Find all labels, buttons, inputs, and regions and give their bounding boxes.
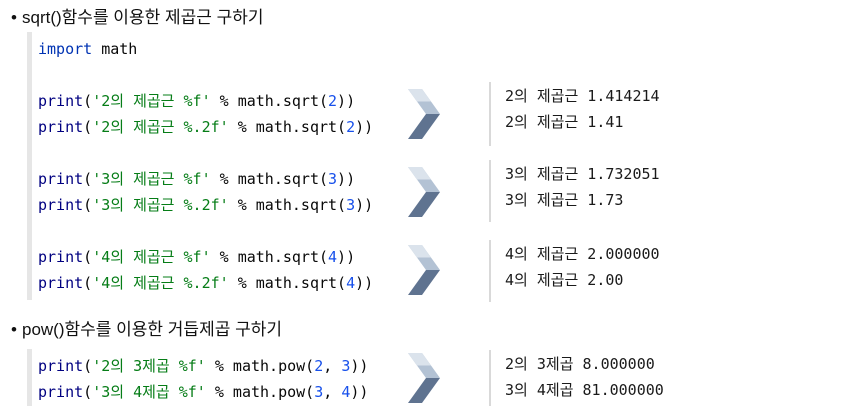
output-line: 4의 제곱근 2.000000: [505, 245, 660, 263]
code-token: 2: [314, 357, 324, 375]
code-token: )): [355, 118, 374, 136]
output-block: 3의 제곱근 1.732051 3의 제곱근 1.73: [489, 160, 739, 222]
code-token: (: [83, 248, 93, 266]
code-token: '3의 4제곱 %f': [92, 383, 206, 401]
code-token: '4의 제곱근 %.2f': [92, 274, 229, 292]
code-token: )): [337, 170, 356, 188]
output-line: 3의 4제곱 81.000000: [505, 381, 664, 399]
code-token: print: [38, 383, 84, 401]
output-line: 2의 제곱근 1.414214: [505, 87, 660, 105]
output-block: 2의 제곱근 1.414214 2의 제곱근 1.41: [489, 82, 739, 146]
section-heading: • pow()함수를 이용한 거듭제곱 구하기: [6, 318, 282, 342]
code-token: (: [83, 170, 93, 188]
bullet-icon: •: [11, 8, 17, 27]
code-token: % math.pow(: [205, 383, 315, 401]
code-token: math: [92, 40, 138, 58]
output-line: 3의 제곱근 1.73: [505, 191, 624, 209]
code-token: % math.sqrt(: [228, 118, 347, 136]
code-token: 2: [346, 118, 356, 136]
output-block: 4의 제곱근 2.000000 4의 제곱근 2.00: [489, 240, 739, 302]
code-token: ,: [323, 357, 342, 375]
code-token: )): [350, 383, 369, 401]
code-token: % math.sqrt(: [210, 170, 329, 188]
code-token: % math.sqrt(: [228, 196, 347, 214]
code-token: 4: [346, 274, 356, 292]
section-heading-text: pow()함수를 이용한 거듭제곱 구하기: [22, 320, 282, 339]
code-line: print('2의 제곱근 %f' % math.sqrt(2)): [38, 88, 399, 114]
code-token: )): [337, 92, 356, 110]
code-token: (: [83, 357, 93, 375]
code-token: '2의 제곱근 %.2f': [92, 118, 229, 136]
code-token: )): [337, 248, 356, 266]
code-line: print('2의 제곱근 %.2f' % math.sqrt(2)): [38, 114, 399, 140]
code-token: % math.sqrt(: [210, 248, 329, 266]
code-token: print: [38, 118, 84, 136]
output-line: 3의 제곱근 1.732051: [505, 165, 660, 183]
arrow-right-icon: [408, 89, 440, 139]
code-line: print('4의 제곱근 %f' % math.sqrt(4)): [38, 244, 399, 270]
code-token: '3의 제곱근 %.2f': [92, 196, 229, 214]
code-token: 4: [341, 383, 351, 401]
code-token: 3: [341, 357, 351, 375]
code-token: )): [350, 357, 369, 375]
code-token: ,: [323, 383, 342, 401]
code-token: print: [38, 196, 84, 214]
arrow-right-icon: [408, 353, 440, 403]
code-token: print: [38, 170, 84, 188]
output-line: 2의 3제곱 8.000000: [505, 355, 655, 373]
code-token: 3: [346, 196, 356, 214]
code-token: 3: [314, 383, 324, 401]
code-token: print: [38, 274, 84, 292]
code-token: print: [38, 357, 84, 375]
code-line: print('3의 제곱근 %f' % math.sqrt(3)): [38, 166, 399, 192]
code-token: % math.sqrt(: [210, 92, 329, 110]
section-heading: • sqrt()함수를 이용한 제곱근 구하기: [6, 6, 264, 30]
code-token: 4: [328, 248, 338, 266]
code-line: import math: [38, 36, 399, 62]
code-token: 2: [328, 92, 338, 110]
code-block: print('2의 3제곱 %f' % math.pow(2, 3)) print…: [27, 349, 399, 406]
code-token: (: [83, 92, 93, 110]
code-token: print: [38, 248, 84, 266]
code-line: print('4의 제곱근 %.2f' % math.sqrt(4)): [38, 270, 399, 296]
code-line: print('3의 4제곱 %f' % math.pow(3, 4)): [38, 379, 399, 405]
code-token: (: [83, 118, 93, 136]
bullet-icon: •: [11, 320, 17, 339]
arrow-right-icon: [408, 167, 440, 217]
code-token: '3의 제곱근 %f': [92, 170, 211, 188]
output-line: 4의 제곱근 2.00: [505, 271, 624, 289]
code-token: )): [355, 196, 374, 214]
code-token: import: [38, 40, 93, 58]
output-block: 2의 3제곱 8.000000 3의 4제곱 81.000000: [489, 350, 739, 406]
code-token: '2의 3제곱 %f': [92, 357, 206, 375]
output-line: 2의 제곱근 1.41: [505, 113, 624, 131]
code-line: print('2의 3제곱 %f' % math.pow(2, 3)): [38, 353, 399, 379]
code-token: '2의 제곱근 %f': [92, 92, 211, 110]
section-heading-text: sqrt()함수를 이용한 제곱근 구하기: [22, 8, 264, 27]
slide: • sqrt()함수를 이용한 제곱근 구하기 import math print(…: [0, 0, 867, 410]
code-token: 3: [328, 170, 338, 188]
code-token: )): [355, 274, 374, 292]
code-token: (: [83, 383, 93, 401]
code-token: print: [38, 92, 84, 110]
code-token: (: [83, 274, 93, 292]
code-token: % math.pow(: [205, 357, 315, 375]
code-block: import math print('2의 제곱근 %f' % math.sqrt…: [27, 32, 399, 300]
code-line: print('3의 제곱근 %.2f' % math.sqrt(3)): [38, 192, 399, 218]
arrow-right-icon: [408, 245, 440, 295]
code-token: '4의 제곱근 %f': [92, 248, 211, 266]
code-token: % math.sqrt(: [228, 274, 347, 292]
code-token: (: [83, 196, 93, 214]
